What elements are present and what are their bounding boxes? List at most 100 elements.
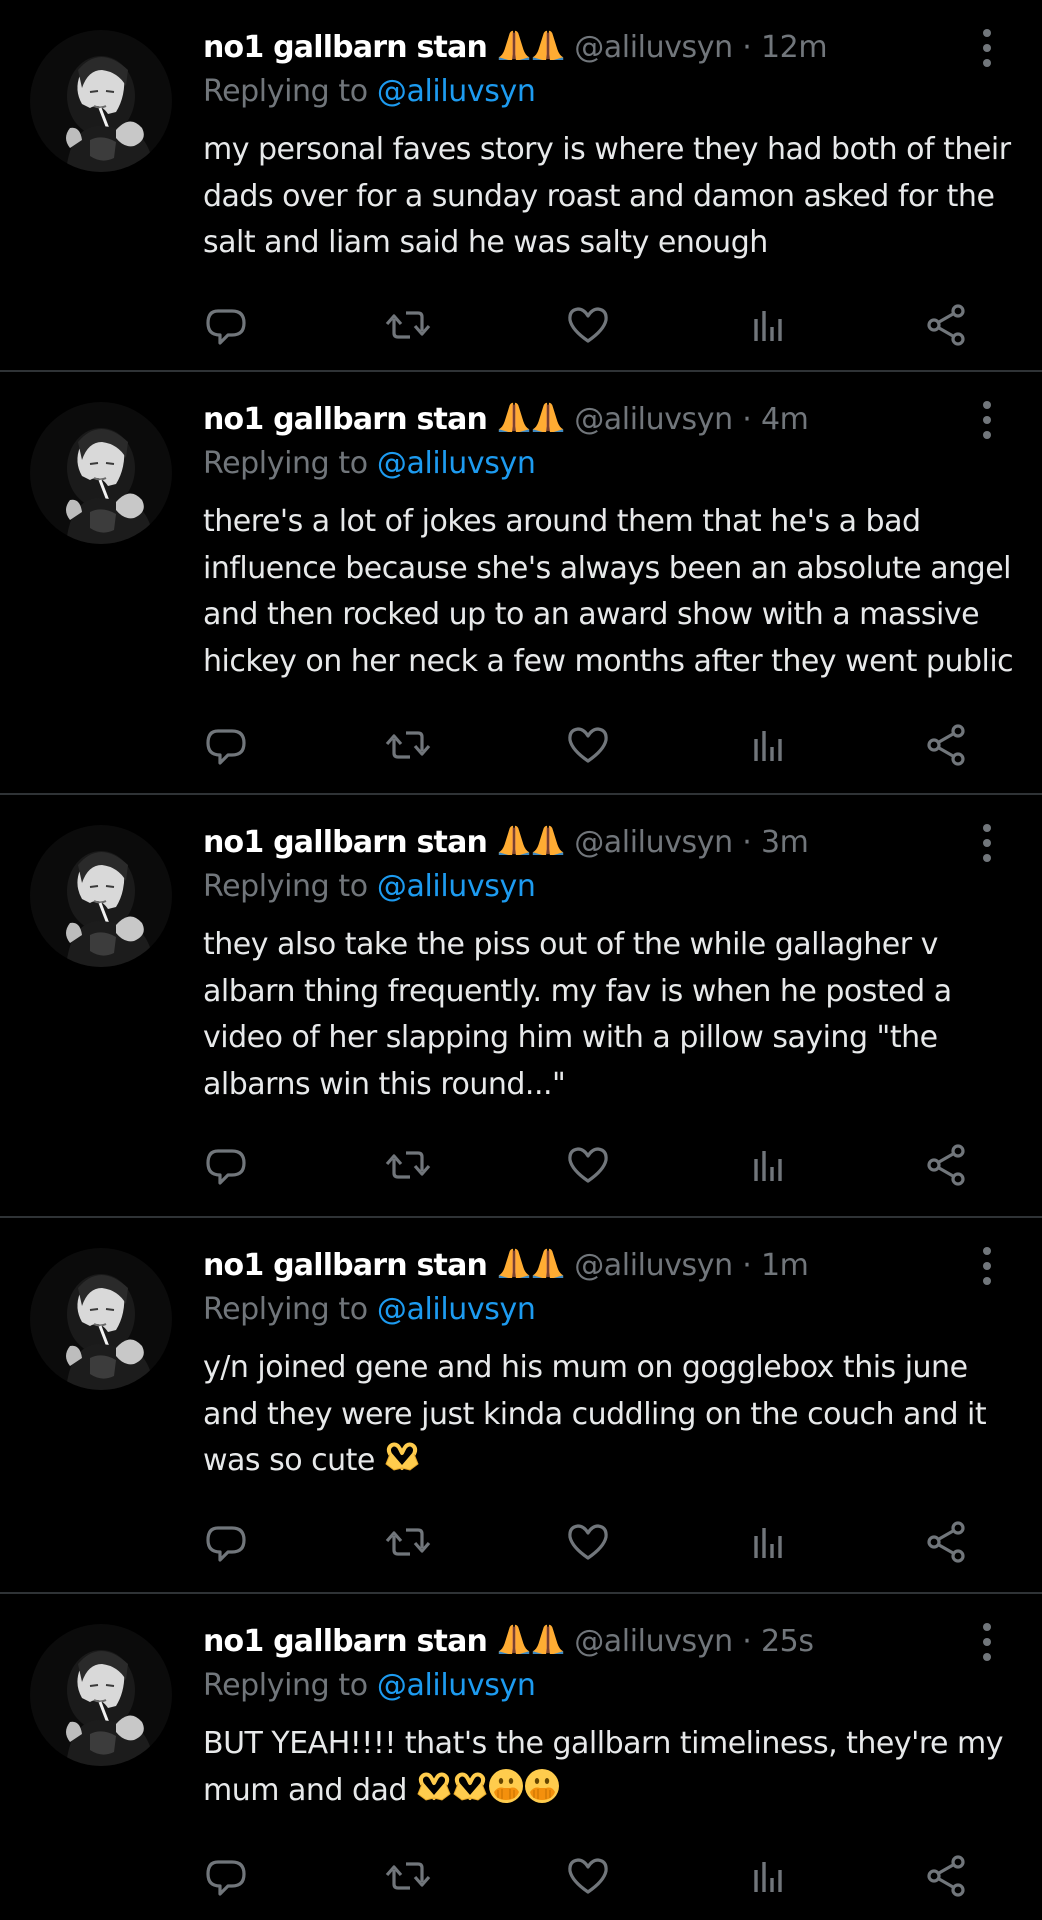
replying-to: Replying to @aliluvsyn	[203, 442, 536, 486]
folded-hands-emoji-icon	[531, 1245, 565, 1279]
avatar[interactable]	[30, 30, 172, 172]
tweet[interactable]: no1 gallbarn stan @aliluvsyn · 25s Reply…	[0, 1594, 1042, 1920]
replying-to-mention[interactable]: @aliluvsyn	[377, 1292, 536, 1327]
reply-icon[interactable]	[198, 297, 254, 353]
action-bar	[0, 1848, 1042, 1904]
share-icon[interactable]	[920, 1137, 976, 1193]
share-icon[interactable]	[920, 297, 976, 353]
folded-hands-emoji-icon	[531, 27, 565, 61]
timestamp[interactable]: 25s	[761, 1624, 814, 1659]
tweet-text-container: y/n joined gene and his mum on gogglebox…	[203, 1345, 1015, 1485]
timestamp[interactable]: 12m	[761, 30, 828, 65]
avatar[interactable]	[30, 1624, 172, 1766]
share-icon[interactable]	[920, 1848, 976, 1904]
separator: ·	[742, 30, 752, 65]
views-icon[interactable]	[740, 1848, 796, 1904]
tweet-header: no1 gallbarn stan @aliluvsyn · 3m	[203, 821, 809, 865]
retweet-icon[interactable]	[380, 1137, 436, 1193]
handle[interactable]: @aliluvsyn	[574, 402, 733, 437]
folded-hands-emoji-icon	[497, 822, 531, 856]
replying-to: Replying to @aliluvsyn	[203, 1664, 536, 1708]
heart-hands-emoji-icon	[384, 1438, 420, 1474]
replying-to-label: Replying to	[203, 1668, 368, 1703]
replying-to-mention[interactable]: @aliluvsyn	[377, 1668, 536, 1703]
views-icon[interactable]	[740, 717, 796, 773]
retweet-icon[interactable]	[380, 1848, 436, 1904]
handle[interactable]: @aliluvsyn	[574, 30, 733, 65]
more-options-icon[interactable]	[977, 1620, 997, 1664]
handle[interactable]: @aliluvsyn	[574, 1624, 733, 1659]
heart-hands-emoji-icon	[452, 1768, 488, 1804]
folded-hands-emoji-icon	[531, 822, 565, 856]
peeking-face-emoji-icon	[524, 1768, 560, 1804]
tweet-text: they also take the piss out of the while…	[203, 927, 952, 1102]
like-icon[interactable]	[560, 1848, 616, 1904]
avatar[interactable]	[30, 825, 172, 967]
retweet-icon[interactable]	[380, 717, 436, 773]
tweet-text: my personal faves story is where they ha…	[203, 132, 1011, 260]
tweet-text: there's a lot of jokes around them that …	[203, 504, 1014, 679]
action-bar	[0, 1137, 1042, 1193]
replying-to-label: Replying to	[203, 74, 368, 109]
avatar[interactable]	[30, 402, 172, 544]
tweet-header: no1 gallbarn stan @aliluvsyn · 12m	[203, 26, 828, 70]
folded-hands-emoji-icon	[497, 1245, 531, 1279]
replying-to-mention[interactable]: @aliluvsyn	[377, 869, 536, 904]
like-icon[interactable]	[560, 1137, 616, 1193]
separator: ·	[742, 825, 752, 860]
timestamp[interactable]: 1m	[761, 1248, 809, 1283]
display-name[interactable]: no1 gallbarn stan	[203, 1624, 488, 1659]
folded-hands-emoji-icon	[497, 1621, 531, 1655]
retweet-icon[interactable]	[380, 1514, 436, 1570]
tweet[interactable]: no1 gallbarn stan @aliluvsyn · 4m Replyi…	[0, 372, 1042, 795]
like-icon[interactable]	[560, 1514, 616, 1570]
more-options-icon[interactable]	[977, 1244, 997, 1288]
replying-to: Replying to @aliluvsyn	[203, 1288, 536, 1332]
display-name[interactable]: no1 gallbarn stan	[203, 1248, 488, 1283]
display-name[interactable]: no1 gallbarn stan	[203, 30, 488, 65]
views-icon[interactable]	[740, 1137, 796, 1193]
display-name[interactable]: no1 gallbarn stan	[203, 402, 488, 437]
tweet-header: no1 gallbarn stan @aliluvsyn · 1m	[203, 1244, 809, 1288]
action-bar	[0, 717, 1042, 773]
retweet-icon[interactable]	[380, 297, 436, 353]
like-icon[interactable]	[560, 297, 616, 353]
reply-icon[interactable]	[198, 717, 254, 773]
display-name[interactable]: no1 gallbarn stan	[203, 825, 488, 860]
timestamp[interactable]: 3m	[761, 825, 809, 860]
tweet[interactable]: no1 gallbarn stan @aliluvsyn · 12m Reply…	[0, 0, 1042, 372]
folded-hands-emoji-icon	[497, 27, 531, 61]
more-options-icon[interactable]	[977, 26, 997, 70]
folded-hands-emoji-icon	[531, 1621, 565, 1655]
separator: ·	[742, 402, 752, 437]
tweet[interactable]: no1 gallbarn stan @aliluvsyn · 1m Replyi…	[0, 1218, 1042, 1594]
replying-to-mention[interactable]: @aliluvsyn	[377, 74, 536, 109]
replying-to-mention[interactable]: @aliluvsyn	[377, 446, 536, 481]
views-icon[interactable]	[740, 297, 796, 353]
reply-thread: no1 gallbarn stan @aliluvsyn · 12m Reply…	[0, 0, 1042, 1920]
replying-to-label: Replying to	[203, 446, 368, 481]
reply-icon[interactable]	[198, 1514, 254, 1570]
replying-to: Replying to @aliluvsyn	[203, 865, 536, 909]
more-options-icon[interactable]	[977, 398, 997, 442]
peeking-face-emoji-icon	[488, 1768, 524, 1804]
reply-icon[interactable]	[198, 1137, 254, 1193]
more-options-icon[interactable]	[977, 821, 997, 865]
avatar[interactable]	[30, 1248, 172, 1390]
handle[interactable]: @aliluvsyn	[574, 825, 733, 860]
replying-to: Replying to @aliluvsyn	[203, 70, 536, 114]
tweet-text: y/n joined gene and his mum on gogglebox…	[203, 1350, 987, 1478]
separator: ·	[742, 1248, 752, 1283]
views-icon[interactable]	[740, 1514, 796, 1570]
tweet-header: no1 gallbarn stan @aliluvsyn · 25s	[203, 1620, 814, 1664]
tweet[interactable]: no1 gallbarn stan @aliluvsyn · 3m Replyi…	[0, 795, 1042, 1218]
handle[interactable]: @aliluvsyn	[574, 1248, 733, 1283]
timestamp[interactable]: 4m	[761, 402, 809, 437]
share-icon[interactable]	[920, 717, 976, 773]
reply-icon[interactable]	[198, 1848, 254, 1904]
action-bar	[0, 297, 1042, 353]
like-icon[interactable]	[560, 717, 616, 773]
tweet-text: BUT YEAH!!!! that's the gallbarn timelin…	[203, 1726, 1004, 1808]
folded-hands-emoji-icon	[497, 399, 531, 433]
share-icon[interactable]	[920, 1514, 976, 1570]
